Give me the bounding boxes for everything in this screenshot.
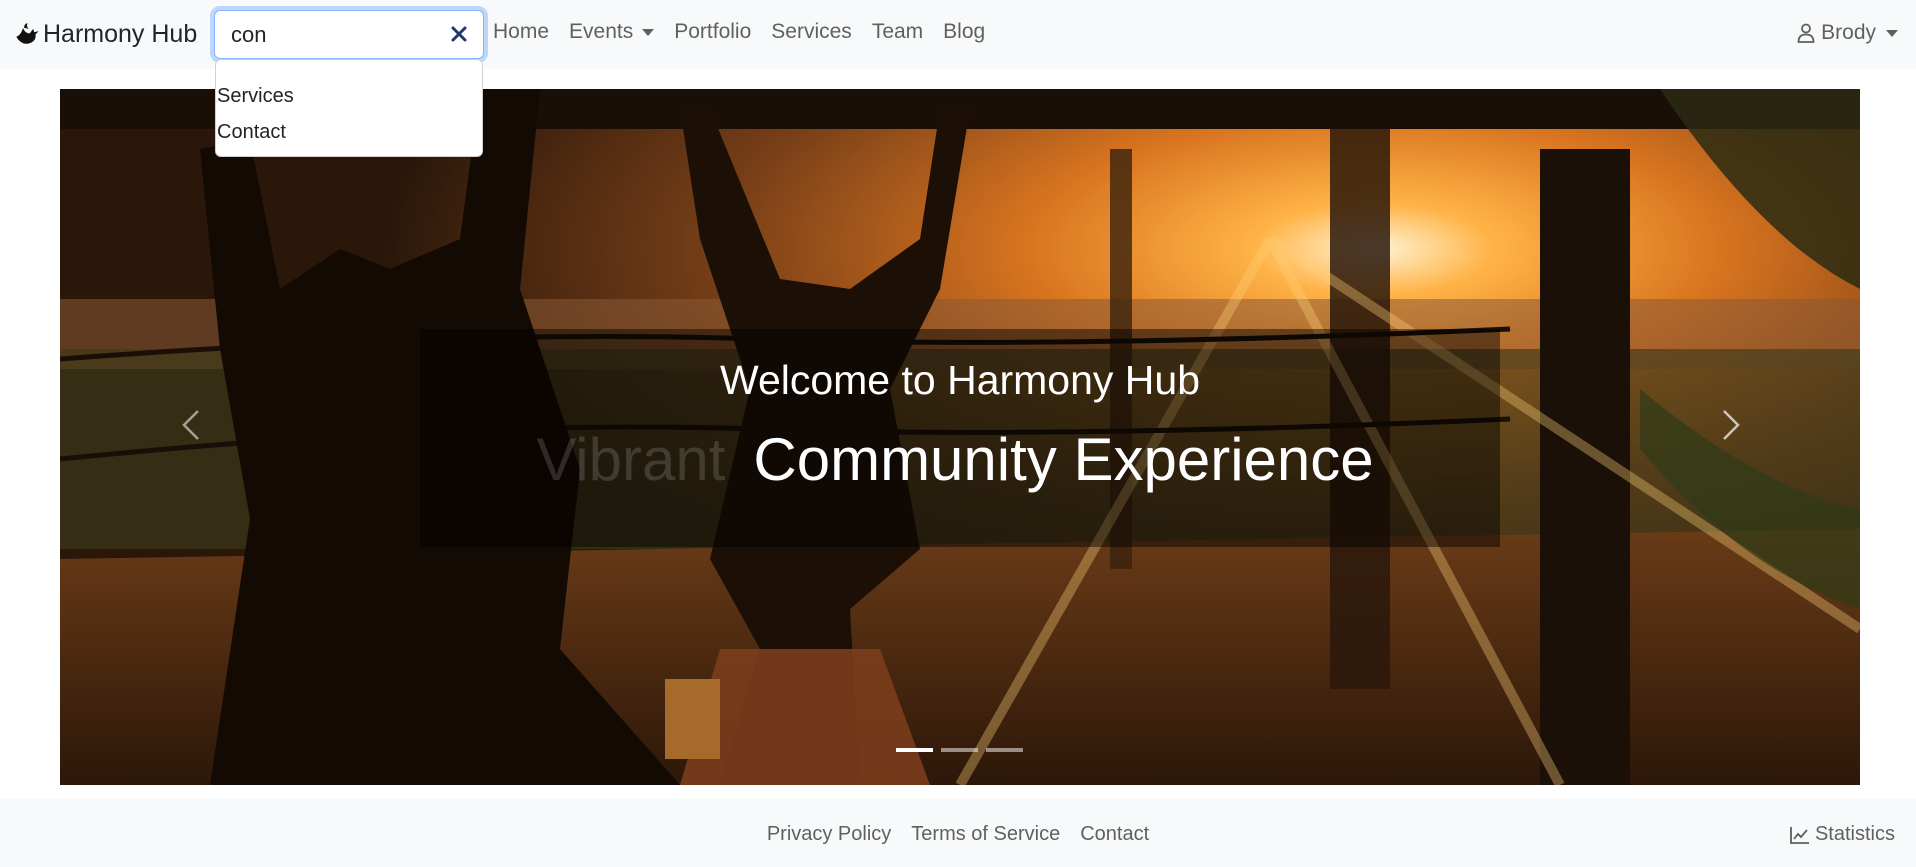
user-name: Brody: [1821, 21, 1876, 44]
hero-subtitle-previous: Vibrant: [536, 426, 726, 493]
nav-portfolio[interactable]: Portfolio: [664, 20, 761, 44]
carousel-next-button[interactable]: [1710, 405, 1750, 445]
close-icon[interactable]: [449, 24, 469, 44]
carousel-caption: Welcome to Harmony Hub Vibrant Community …: [420, 329, 1500, 547]
carousel-prev-button[interactable]: [172, 405, 212, 445]
hero-carousel: Welcome to Harmony Hub Vibrant Community …: [60, 89, 1860, 785]
hero-subtitle: Vibrant Community Experience: [420, 425, 1500, 494]
dove-icon: [16, 23, 39, 44]
nav-home[interactable]: Home: [493, 20, 559, 44]
suggestion-item[interactable]: Contact: [216, 114, 482, 150]
carousel-indicators: [896, 748, 1023, 752]
nav-events-label: Events: [569, 20, 634, 43]
footer-terms-link[interactable]: Terms of Service: [901, 823, 1070, 846]
caret-down-icon: [1886, 29, 1898, 37]
line-chart-icon: [1790, 826, 1809, 844]
search-input[interactable]: [215, 11, 445, 58]
statistics-label: Statistics: [1814, 823, 1895, 845]
footer-privacy-link[interactable]: Privacy Policy: [757, 823, 901, 846]
nav-blog[interactable]: Blog: [933, 20, 995, 44]
suggestion-item[interactable]: Services: [216, 78, 482, 114]
person-icon: [1797, 23, 1815, 43]
statistics-link[interactable]: Statistics: [1790, 823, 1895, 846]
search-box: [214, 10, 484, 59]
nav-team[interactable]: Team: [862, 20, 933, 44]
nav-services[interactable]: Services: [761, 20, 862, 44]
footer: Privacy Policy Terms of Service Contact …: [0, 799, 1916, 867]
user-menu-dropdown[interactable]: Brody: [1797, 21, 1898, 45]
caret-down-icon: [642, 28, 655, 36]
footer-links: Privacy Policy Terms of Service Contact: [0, 823, 1916, 846]
carousel-indicator-2[interactable]: [941, 748, 978, 752]
brand-link[interactable]: Harmony Hub: [14, 20, 197, 49]
footer-contact-link[interactable]: Contact: [1070, 823, 1159, 846]
nav-links: Home Events Portfolio Services Team Blog: [493, 20, 995, 44]
search-suggestions: Services Contact: [215, 59, 483, 157]
brand-name: Harmony Hub: [43, 20, 198, 48]
carousel-indicator-3[interactable]: [986, 748, 1023, 752]
carousel-indicator-1[interactable]: [896, 748, 933, 752]
nav-events-dropdown[interactable]: Events: [559, 20, 664, 44]
hero-subtitle-current: Community Experience: [753, 426, 1374, 493]
hero-title: Welcome to Harmony Hub: [719, 357, 1201, 403]
